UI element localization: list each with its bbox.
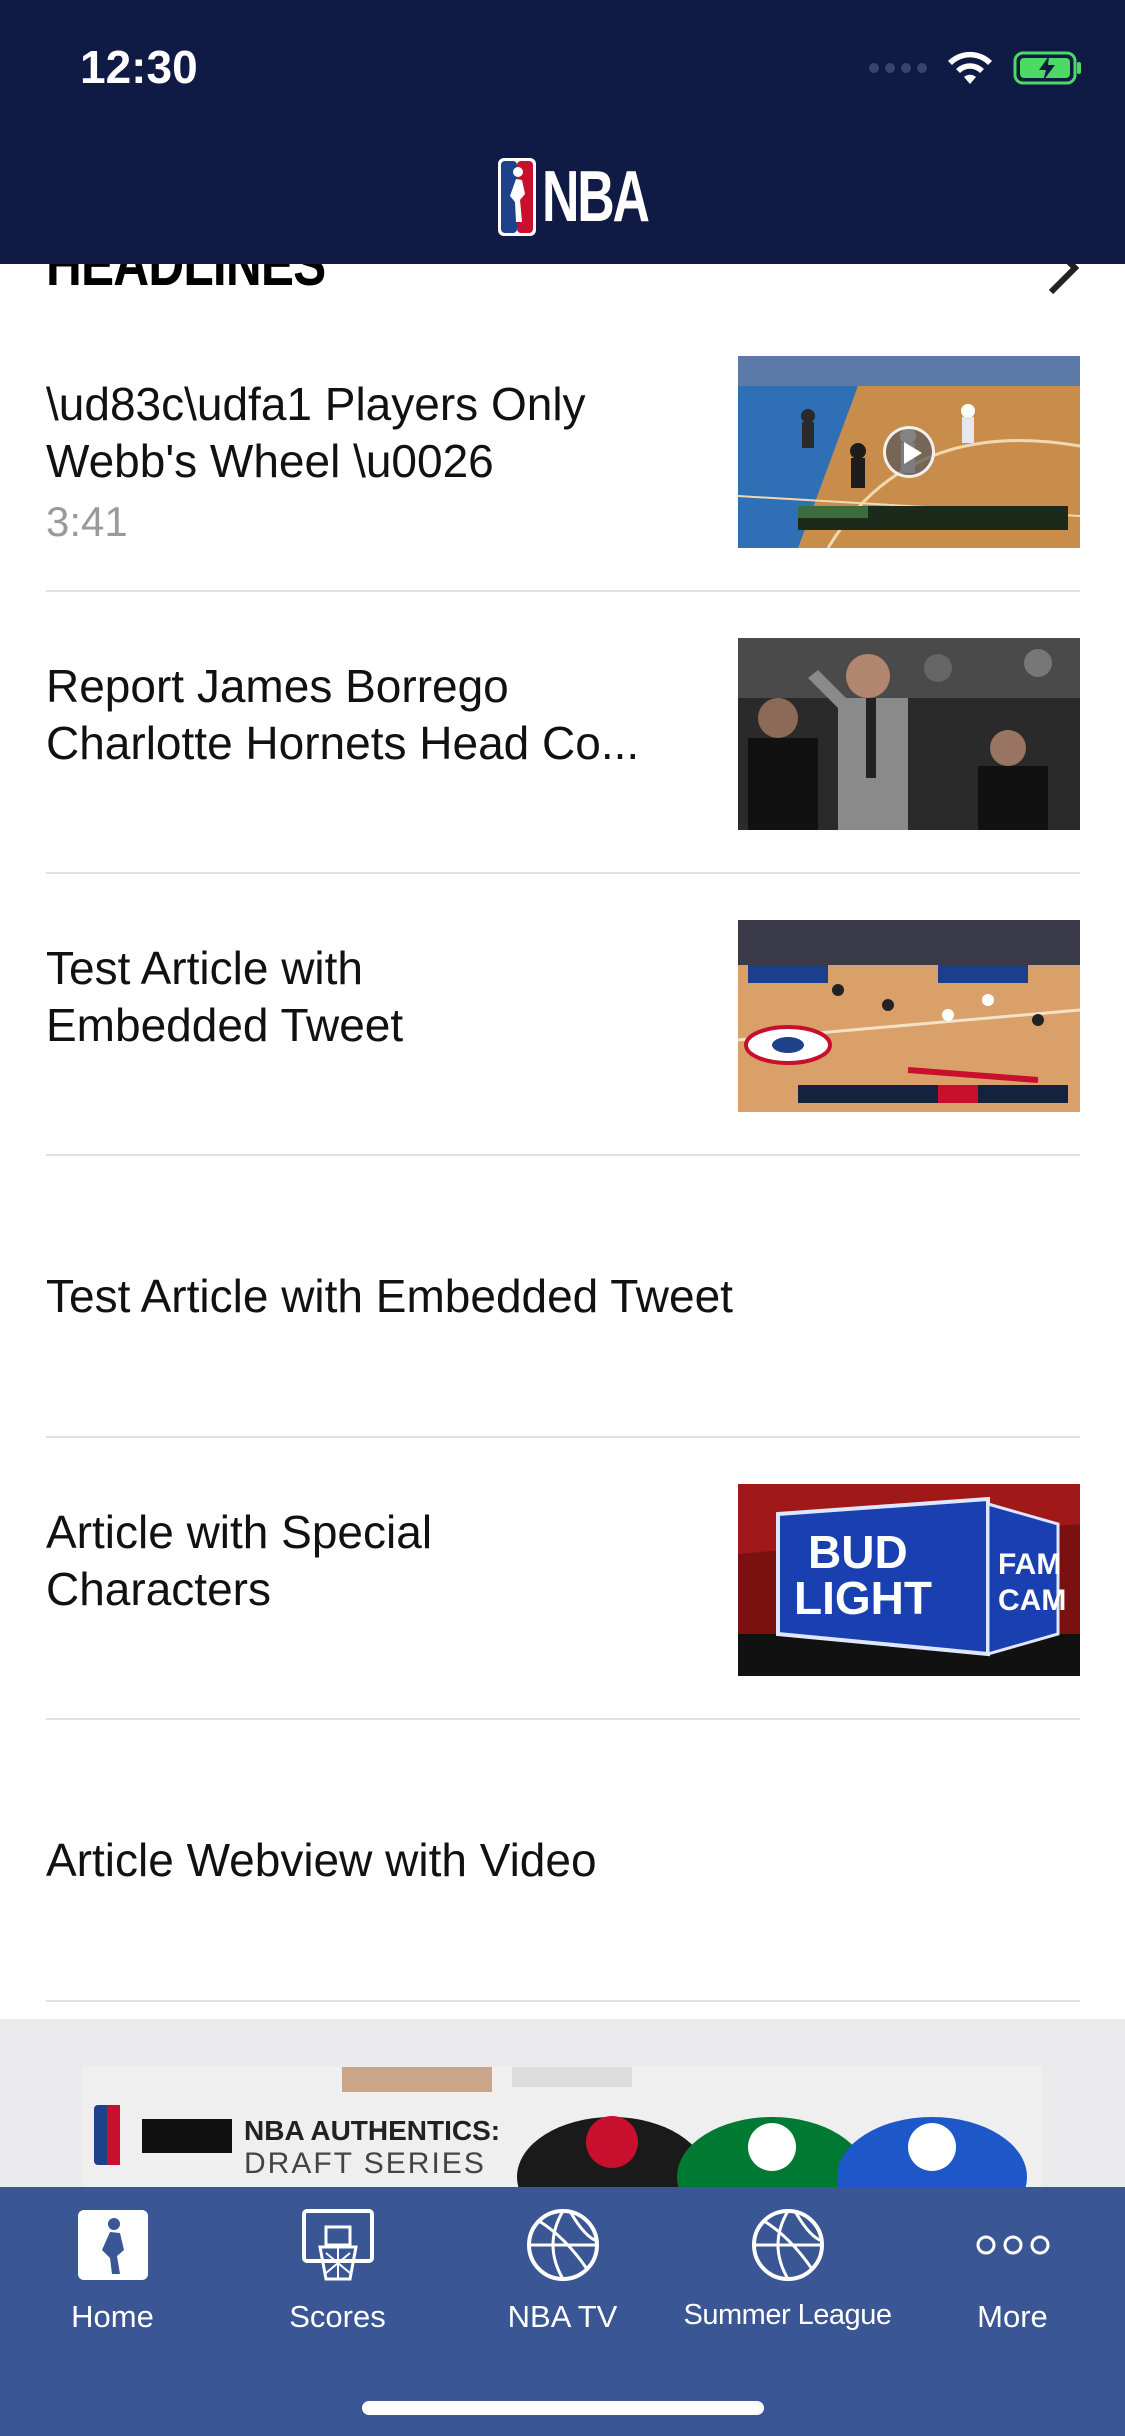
article-title: \ud83c\udfa1 Players Only Webb's Wheel \… [46, 378, 586, 487]
home-indicator[interactable] [362, 2401, 764, 2415]
battery-charging-icon [1013, 51, 1081, 85]
screen: 12:30 NBA HEADLINES \ud83c\udfa1 Players… [0, 0, 1125, 2436]
article-thumbnail [738, 638, 1080, 830]
section-header[interactable]: HEADLINES [46, 264, 1081, 310]
nba-logo: NBA [498, 158, 689, 236]
article-title: Article with Special Characters [46, 1506, 433, 1615]
nba-logo-text: NBA [542, 157, 650, 237]
tab-label: Home [71, 2299, 154, 2334]
cellular-signal-icon [869, 63, 927, 73]
article-item[interactable]: Report James Borrego Charlotte Hornets H… [46, 592, 1080, 874]
tab-summer-league[interactable]: Summer League [675, 2205, 900, 2355]
status-time: 12:30 [80, 41, 198, 93]
budlight-line1: BUD [808, 1526, 908, 1578]
tab-label: NBA TV [507, 2299, 618, 2334]
tab-label: Scores [289, 2299, 386, 2334]
ad-area: NBA AUTHENTICS: DRAFT SERIES [0, 2019, 1125, 2187]
tab-label: Summer League [683, 2299, 892, 2331]
ad-artwork [82, 2067, 1042, 2187]
article-thumbnail [738, 920, 1080, 1112]
article-item[interactable]: Test Article with Embedded Tweet [46, 874, 1080, 1156]
article-title: Test Article with Embedded Tweet [46, 942, 404, 1051]
article-item[interactable]: Test Article with Embedded Tweet [46, 1156, 1080, 1438]
chevron-right-icon[interactable] [1045, 264, 1081, 296]
article-title: Report James Borrego Charlotte Hornets H… [46, 660, 640, 769]
section-title: HEADLINES [46, 264, 326, 299]
app-header: 12:30 NBA [0, 0, 1125, 264]
coach-courtside-image [738, 638, 1080, 830]
status-icons [869, 46, 1083, 90]
clippers-court-image [738, 920, 1080, 1112]
budlight-cam: CAM [998, 1584, 1066, 1617]
headlines-list[interactable]: HEADLINES \ud83c\udfa1 Players Only Webb… [0, 264, 1125, 2019]
article-title: Article Webview with Video [46, 1834, 597, 1886]
article-duration: 3:41 [46, 498, 128, 545]
nba-logo-icon [77, 2210, 148, 2280]
article-title: Test Article with Embedded Tweet [46, 1270, 733, 1322]
budlight-line2: LIGHT [794, 1572, 932, 1624]
play-video-icon[interactable] [883, 426, 935, 478]
tab-home[interactable]: Home [0, 2205, 225, 2355]
ad-headline: NBA AUTHENTICS: [244, 2115, 501, 2146]
tab-scores[interactable]: Scores [225, 2205, 450, 2355]
budlight-fam: FAM [998, 1548, 1061, 1581]
article-thumbnail [738, 356, 1080, 548]
article-item[interactable]: Article with Special Characters BUD LIGH… [46, 1438, 1080, 1720]
article-item[interactable]: \ud83c\udfa1 Players Only Webb's Wheel \… [46, 310, 1080, 592]
basketball-icon [526, 2209, 599, 2281]
basketball-icon [751, 2209, 824, 2281]
basketball-hoop-icon [301, 2209, 374, 2281]
tab-label: More [977, 2299, 1048, 2334]
tab-more[interactable]: More [900, 2205, 1125, 2355]
nba-logo-icon [498, 158, 536, 236]
article-item[interactable]: Article Webview with Video [46, 1720, 1080, 2002]
wifi-icon [948, 51, 992, 84]
tab-bar: Home Scores NBA TV Summer League More [0, 2187, 1125, 2436]
more-dots-icon [976, 2235, 1049, 2255]
article-thumbnail: BUD LIGHT FAM CAM [738, 1484, 1080, 1676]
ad-banner[interactable]: NBA AUTHENTICS: DRAFT SERIES [82, 2067, 1042, 2187]
tab-nba-tv[interactable]: NBA TV [450, 2205, 675, 2355]
ad-subline: DRAFT SERIES [244, 2147, 486, 2180]
bud-light-fam-cam-image: BUD LIGHT FAM CAM [738, 1484, 1080, 1676]
